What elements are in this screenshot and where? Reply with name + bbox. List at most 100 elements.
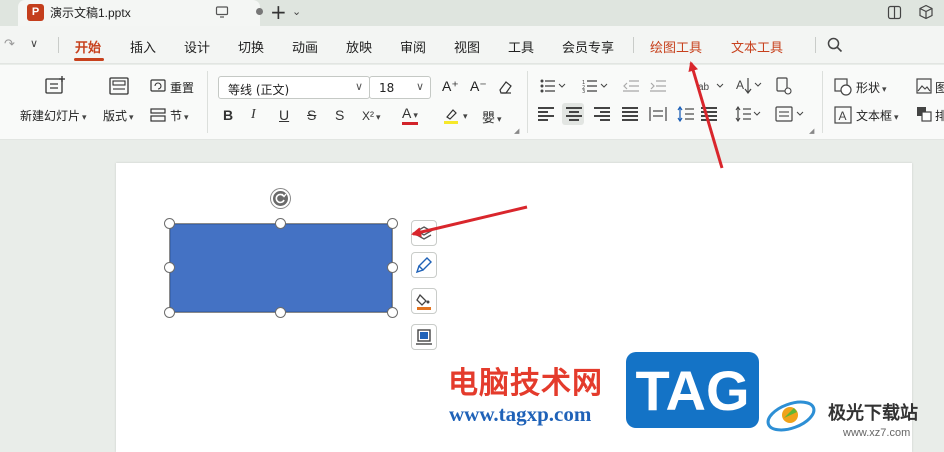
textbox-button[interactable]: 文本框 ▾	[856, 107, 899, 124]
align-left-icon[interactable]	[538, 107, 554, 121]
menu-divider	[815, 37, 816, 53]
selection-frame	[169, 223, 393, 313]
layout-icon[interactable]	[109, 77, 129, 95]
chevron-down-icon[interactable]: ⌄	[292, 5, 301, 18]
chevron-down-icon[interactable]: ∨	[30, 37, 38, 50]
layout-button[interactable]: 版式 ▾	[103, 107, 134, 124]
align-center-icon[interactable]	[566, 107, 582, 121]
numbering-icon[interactable]: 1 2 3	[582, 79, 608, 93]
tab-transition[interactable]: 切换	[238, 37, 264, 56]
menu-divider	[633, 37, 634, 53]
svg-text:A: A	[839, 109, 847, 123]
tab-design[interactable]: 设计	[184, 37, 210, 56]
resize-handle-bottom-left[interactable]	[164, 307, 175, 318]
unsaved-dot-icon[interactable]	[256, 8, 263, 15]
decrease-font-button[interactable]: A⁻	[470, 78, 487, 95]
eraser-icon[interactable]	[497, 79, 513, 95]
quick-outline-button[interactable]	[411, 252, 437, 278]
ribbon-divider	[822, 71, 823, 133]
rotate-handle-icon[interactable]	[271, 189, 290, 208]
ribbon-divider	[207, 71, 208, 133]
ribbon-divider	[527, 71, 528, 133]
title-bar: P 演示文稿1.pptx + ⌄	[0, 0, 944, 26]
text-direction-icon[interactable]: ab	[698, 79, 724, 93]
tab-review[interactable]: 审阅	[400, 37, 426, 56]
resize-handle-top[interactable]	[275, 218, 286, 229]
tab-animation[interactable]: 动画	[292, 37, 318, 56]
justify-icon[interactable]	[622, 107, 638, 121]
convert-smartart-icon[interactable]	[776, 77, 792, 95]
bullets-icon[interactable]	[540, 79, 566, 93]
new-tab-button[interactable]: +	[270, 1, 287, 23]
svg-text:3: 3	[582, 89, 585, 93]
picture-button[interactable]: 图	[935, 79, 944, 96]
tab-tools[interactable]: 工具	[508, 37, 534, 56]
tab-text-tools[interactable]: 文本工具	[731, 37, 783, 56]
align-bottom-text-icon[interactable]	[701, 107, 717, 121]
tab-insert[interactable]: 插入	[130, 37, 156, 56]
column-icon[interactable]	[775, 105, 805, 123]
resize-handle-bottom[interactable]	[275, 307, 286, 318]
tab-home[interactable]: 开始	[75, 37, 101, 56]
italic-button[interactable]: I	[251, 107, 256, 123]
svg-text:ab: ab	[698, 82, 710, 93]
fill-bucket-icon	[416, 293, 431, 310]
strikethrough-button[interactable]: S	[307, 107, 316, 123]
resize-handle-bottom-right[interactable]	[387, 307, 398, 318]
underline-button[interactable]: U	[279, 107, 289, 123]
resize-handle-top-left[interactable]	[164, 218, 175, 229]
align-right-icon[interactable]	[594, 107, 610, 121]
tab-member[interactable]: 会员专享	[562, 37, 614, 56]
quick-layout-button[interactable]	[411, 324, 437, 350]
quick-layers-button[interactable]	[411, 220, 437, 246]
arrange-icon[interactable]	[916, 106, 932, 122]
section-icon[interactable]	[150, 107, 166, 123]
tab-drawing-tools[interactable]: 绘图工具	[650, 37, 702, 56]
menu-divider	[58, 37, 59, 53]
tab-view[interactable]: 视图	[454, 37, 480, 56]
shapes-icon[interactable]	[834, 78, 852, 96]
arrange-button[interactable]: 排	[935, 107, 944, 124]
highlight-icon[interactable]	[443, 107, 459, 124]
quick-fill-button[interactable]	[411, 288, 437, 314]
tag-logo: TAG	[626, 352, 759, 428]
superscript-button[interactable]: X² ▾	[362, 109, 381, 123]
cube-icon[interactable]	[918, 4, 934, 20]
paragraph-dialog-launcher[interactable]: ◢	[809, 127, 814, 135]
tab-slideshow[interactable]: 放映	[346, 37, 372, 56]
phonetic-button[interactable]: 嬰 ▾	[482, 107, 502, 126]
shadow-button[interactable]: S	[335, 107, 344, 123]
font-dialog-launcher[interactable]: ◢	[514, 127, 519, 135]
search-icon[interactable]	[827, 37, 843, 53]
frame-icon	[416, 329, 432, 345]
bold-button[interactable]: B	[223, 107, 233, 123]
font-color-button[interactable]: A ▾	[402, 106, 418, 125]
increase-font-button[interactable]: A⁺	[442, 78, 459, 95]
resize-handle-right[interactable]	[387, 262, 398, 273]
reset-button[interactable]: 重置	[170, 79, 194, 96]
shapes-button[interactable]: 形状 ▾	[856, 79, 887, 96]
redo-icon[interactable]: ↷	[4, 37, 15, 52]
distribute-icon[interactable]	[649, 106, 667, 122]
line-spacing-icon[interactable]	[677, 105, 695, 123]
decrease-indent-icon	[623, 80, 639, 92]
document-tab[interactable]: P 演示文稿1.pptx	[18, 0, 263, 26]
menu-bar: ↷ ∨ 开始 插入 设计 切换 动画 放映 审阅 视图 工具 会员专享 绘图工具…	[0, 26, 944, 64]
picture-icon[interactable]	[916, 78, 932, 94]
textbox-icon[interactable]: A	[834, 106, 852, 124]
text-align-vertical-icon[interactable]: A	[736, 77, 762, 95]
new-slide-button[interactable]: 新建幻灯片 ▾	[20, 107, 87, 124]
section-button[interactable]: 节 ▾	[170, 107, 189, 124]
paragraph-spacing-icon[interactable]	[735, 105, 761, 123]
resize-handle-top-right[interactable]	[387, 218, 398, 229]
layers-icon	[415, 226, 433, 240]
font-name-select[interactable]: 等线 (正文) ∨	[218, 76, 370, 99]
highlight-dropdown[interactable]: ▾	[461, 108, 468, 122]
reset-icon[interactable]	[150, 78, 166, 94]
monitor-icon[interactable]	[215, 5, 229, 19]
powerpoint-logo-icon: P	[27, 4, 44, 21]
font-size-select[interactable]: 18 ∨	[369, 76, 431, 99]
new-slide-icon[interactable]	[44, 75, 66, 97]
resize-handle-left[interactable]	[164, 262, 175, 273]
reading-mode-icon[interactable]	[887, 5, 902, 20]
